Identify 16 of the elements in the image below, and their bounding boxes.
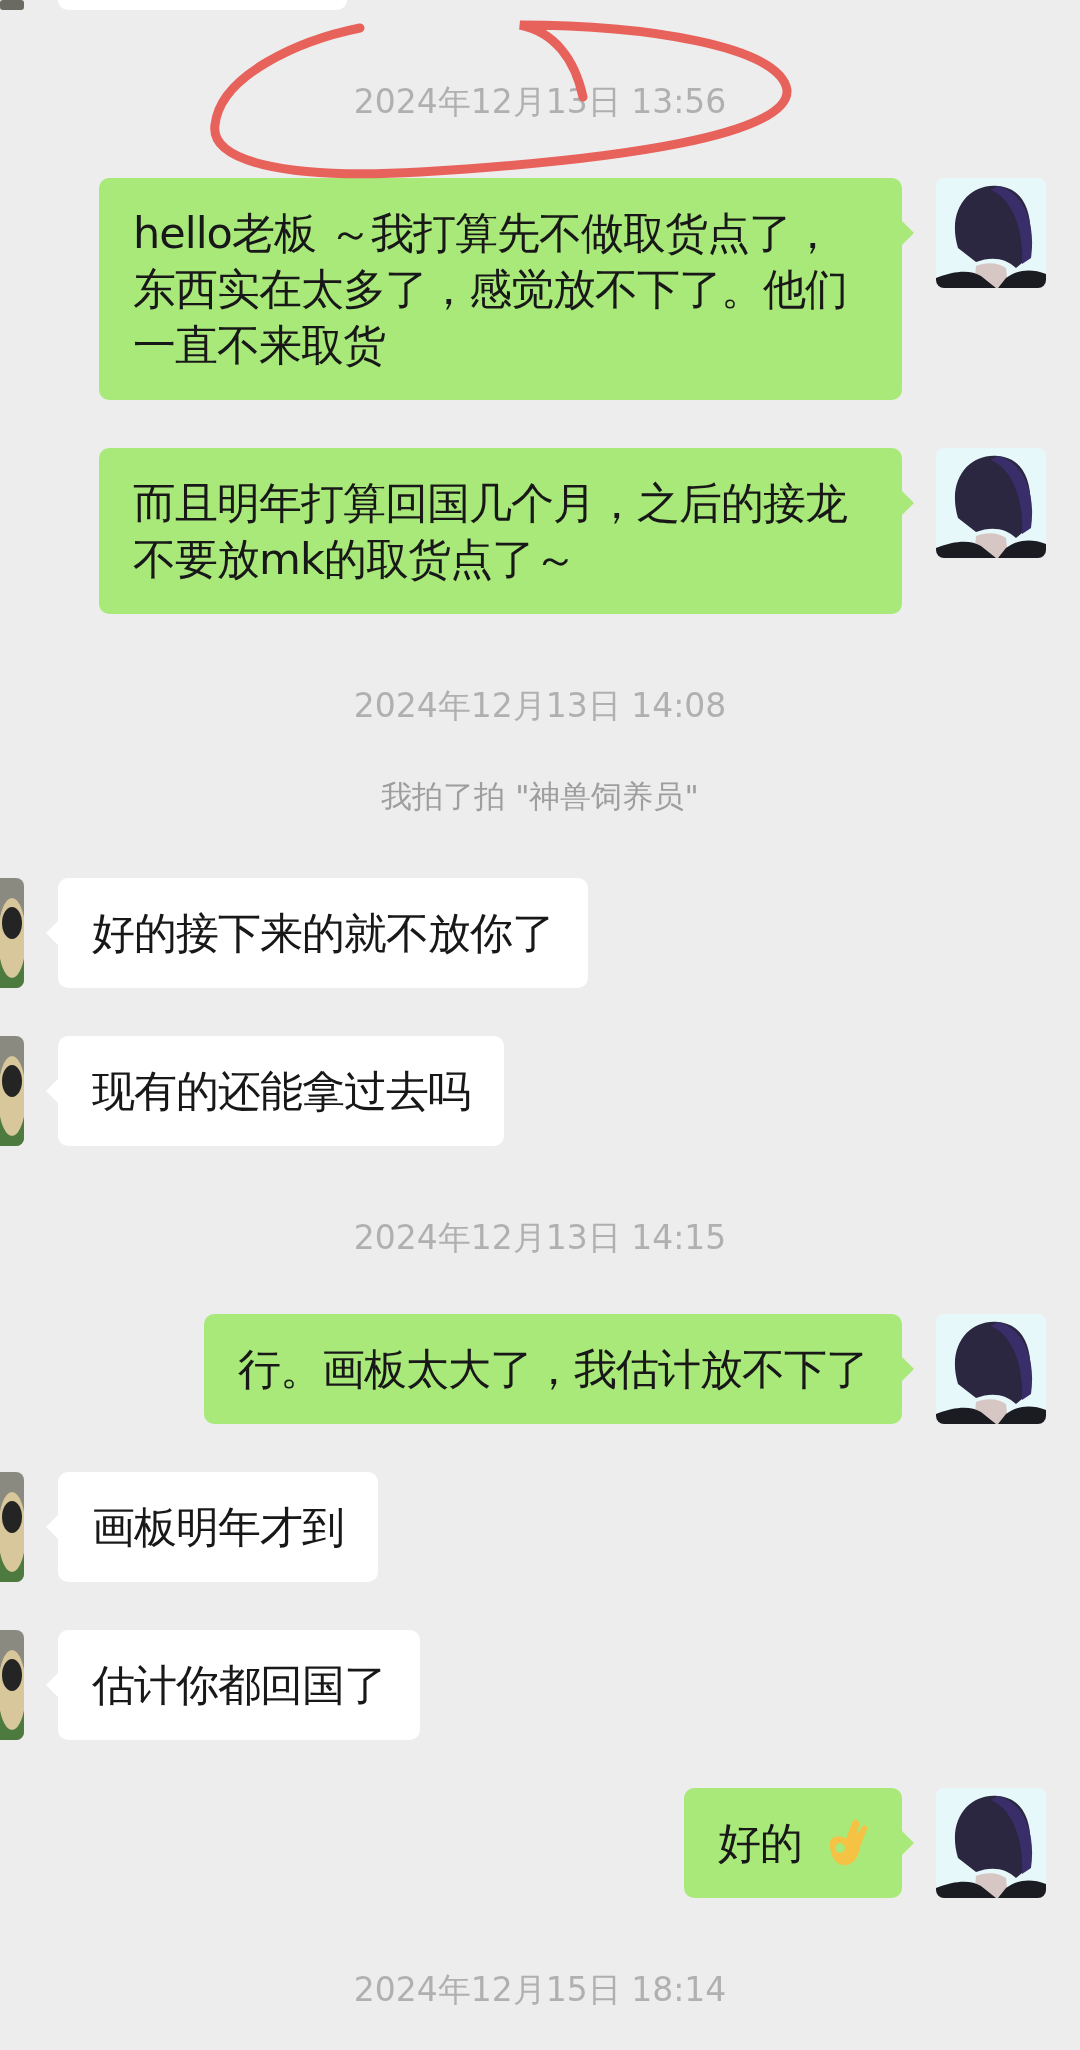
message-text: hello老板 ～我打算先不做取货点了，东西实在太多了，感觉放不下了。他们一直不来取货 [133,207,848,372]
message-text: 好的接下来的就不放你了 [92,907,554,960]
message-text: 现有的还能拿过去吗 [92,1065,470,1118]
message-text: 行。画板太大了，我估计放不下了 [238,1343,868,1396]
avatar[interactable] [936,448,1046,558]
avatar[interactable] [936,178,1046,288]
message-text: 好的 [718,1817,802,1870]
message-text: 估计你都回国了 [92,1659,386,1712]
avatar[interactable] [936,1788,1046,1898]
timestamp: 2024年12月13日 14:15 [353,1217,727,1259]
timestamp: 2024年12月15日 18:14 [353,1969,727,2011]
message-text: 画板明年才到 [92,1501,344,1554]
system-notice: 我拍了拍 "神兽饲养员" [381,777,699,816]
timestamp: 2024年12月13日 14:08 [353,685,727,727]
message-text: 而且明年打算回国几个月，之后的接龙不要放mk的取货点了～ [133,477,848,586]
avatar[interactable] [936,1314,1046,1424]
